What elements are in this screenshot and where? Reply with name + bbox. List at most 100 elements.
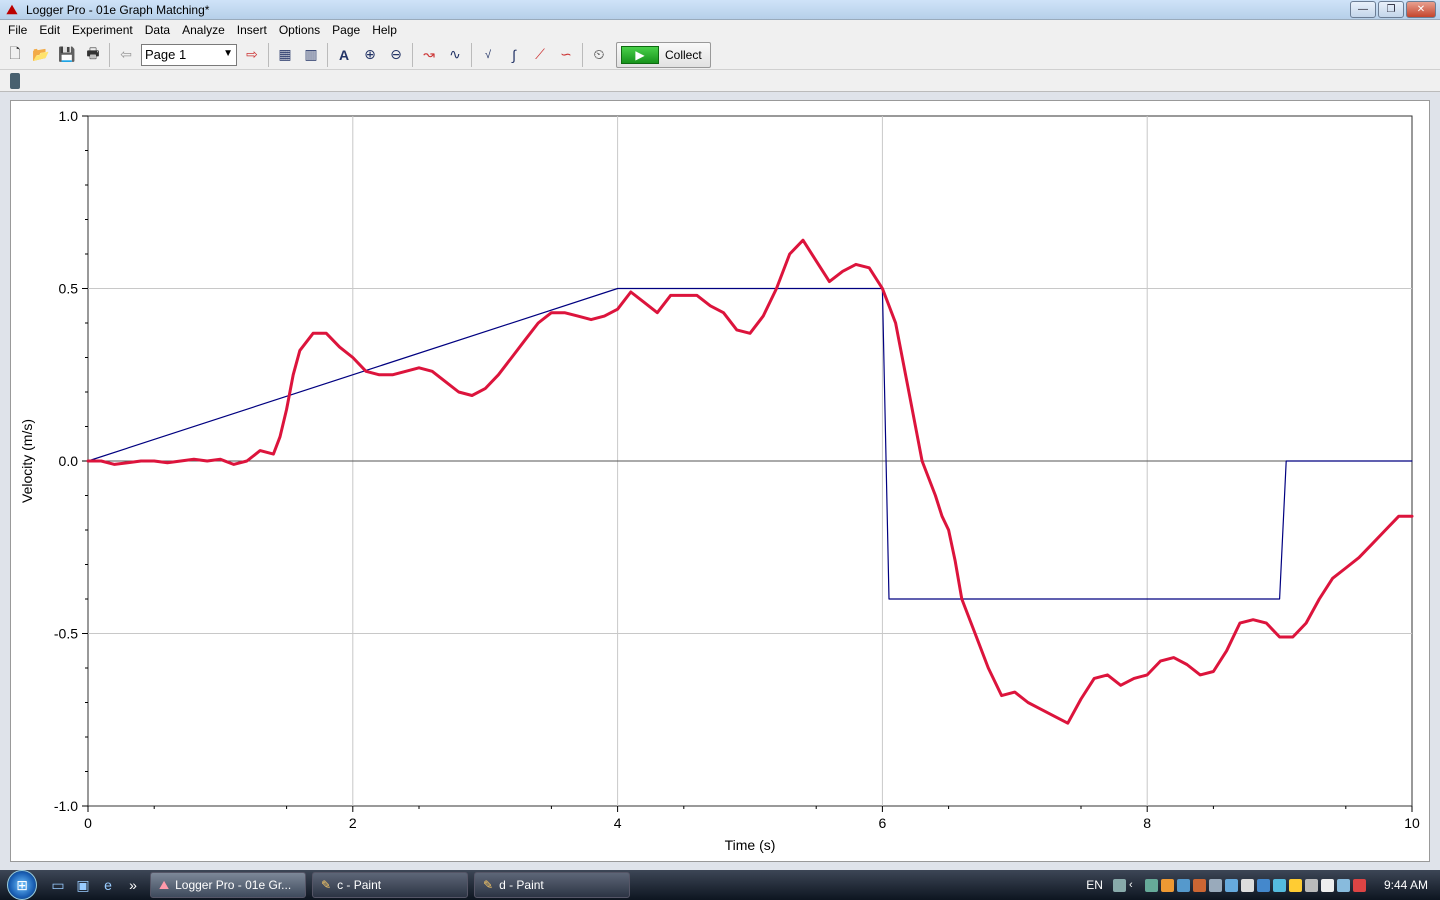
logger-pro-app-icon: ⛰ [6,1,18,17]
system-tray: EN ‹ 9:44 AM [1086,870,1440,900]
tray-app-icon[interactable] [1240,878,1254,892]
task-paint-d[interactable]: ✎ d - Paint [474,872,630,898]
tray-app-icon[interactable] [1288,878,1302,892]
menu-experiment[interactable]: Experiment [66,20,139,40]
internet-explorer-icon[interactable]: e [97,874,119,896]
open-file-icon[interactable]: 📂 [28,43,54,67]
tray-app-icon[interactable] [1272,878,1286,892]
x-tick-label: 8 [1143,815,1151,831]
chevron-down-icon: ▼ [223,47,233,59]
zoom-in-icon[interactable]: ⊕ [357,43,383,67]
window-controls: — ❐ ✕ [1350,1,1436,18]
menu-insert[interactable]: Insert [231,20,273,40]
print-icon[interactable]: 🖶 [80,43,106,67]
save-icon[interactable]: 💾 [54,43,80,67]
velocity-time-graph[interactable]: 0 2 4 6 8 10 1.0 0.5 0.0 -0.5 -1.0 Time (s) Velocity… [11,101,1431,863]
x-tick-label: 4 [614,815,622,831]
task-paint-c[interactable]: ✎ c - Paint [312,872,468,898]
language-indicator[interactable]: EN [1086,878,1103,892]
keyboard-icon[interactable] [1112,878,1126,892]
integral-icon[interactable]: ∫ [501,43,527,67]
menu-help[interactable]: Help [366,20,403,40]
toolbar-separator [582,42,583,67]
y-tick-label: 0.5 [59,281,79,297]
clock[interactable]: 9:44 AM [1384,878,1428,892]
tray-expand-icon[interactable]: ‹ [1129,879,1142,892]
x-tick-label: 6 [879,815,887,831]
data-collection-icon[interactable]: ⏲ [586,43,612,67]
toolbar-separator [412,42,413,67]
close-button[interactable]: ✕ [1406,1,1436,18]
task-logger-pro[interactable]: ⛰ Logger Pro - 01e Gr... [150,872,306,898]
toolbar: 🗋 📂 💾 🖶 ⇦ Page 1 ▼ ⇨ ▦ ▥ A ⊕ ⊖ ↝ ∿ √ ∫ ⟋… [0,40,1440,70]
tray-app-icon[interactable] [1224,878,1238,892]
measured-velocity-line [86,238,1414,725]
y-tick-label: 1.0 [59,108,79,124]
menu-page[interactable]: Page [326,20,366,40]
tray-app-icon[interactable] [1192,878,1206,892]
linear-fit-icon[interactable]: ⟋ [527,43,553,67]
page-back-icon[interactable]: ⇦ [113,43,139,67]
lab-interface-icon[interactable] [10,73,20,89]
menu-file[interactable]: File [2,20,33,40]
tray-app-icon[interactable] [1208,878,1222,892]
paint-task-icon: ✎ [321,878,332,892]
toolbar-separator [268,42,269,67]
taskbar: ⊞ ▭ ▣ e » ⛰ Logger Pro - 01e Gr... ✎ c - P… [0,870,1440,900]
tray-app-icon[interactable] [1176,878,1190,892]
task-label: d - Paint [499,878,544,892]
toolbar-separator [109,42,110,67]
collect-label: Collect [665,47,702,62]
toolbar-separator [471,42,472,67]
tray-app-icon[interactable] [1160,878,1174,892]
title-bar: ⛰ Logger Pro - 01e Graph Matching* — ❐ ✕ [0,0,1440,20]
task-label: c - Paint [337,878,382,892]
tray-app-icon[interactable] [1320,878,1334,892]
menu-data[interactable]: Data [139,20,176,40]
start-button[interactable]: ⊞ [0,870,44,900]
x-tick-label: 2 [349,815,357,831]
tangent-icon[interactable]: ∿ [442,43,468,67]
maximize-button[interactable]: ❐ [1378,1,1404,18]
quick-launch-more-icon[interactable]: » [122,874,144,896]
window-switch-icon[interactable]: ▣ [72,874,94,896]
meter-icon[interactable]: ▥ [298,43,324,67]
minimize-button[interactable]: — [1350,1,1376,18]
x-tick-label: 0 [84,815,92,831]
menu-analyze[interactable]: Analyze [176,20,231,40]
y-tick-label: -0.5 [54,626,78,642]
volume-muted-icon[interactable] [1352,878,1366,892]
graph-panel[interactable]: 0 2 4 6 8 10 1.0 0.5 0.0 -0.5 -1.0 Time (s) Velocity… [10,100,1430,862]
paint-task-icon: ✎ [483,878,494,892]
page-forward-icon[interactable]: ⇨ [239,43,265,67]
windows-logo-icon: ⊞ [7,870,37,900]
x-tick-label: 10 [1404,815,1420,831]
x-axis-label: Time (s) [725,837,776,853]
tray-app-icon[interactable] [1304,878,1318,892]
menu-edit[interactable]: Edit [33,20,66,40]
network-icon[interactable] [1336,878,1350,892]
collect-button[interactable]: ▶ Collect [616,41,711,68]
page-select[interactable]: Page 1 ▼ [141,43,237,66]
tray-app-icon[interactable] [1144,878,1158,892]
curve-fit-icon[interactable]: ∽ [553,43,579,67]
task-label: Logger Pro - 01e Gr... [175,878,292,892]
menu-options[interactable]: Options [273,20,326,40]
logger-pro-task-icon: ⛰ [159,877,170,892]
tray-app-icon[interactable] [1256,878,1270,892]
menu-bar: File Edit Experiment Data Analyze Insert… [0,20,1440,40]
y-axis-label: Velocity (m/s) [19,419,35,503]
show-desktop-icon[interactable]: ▭ [47,874,69,896]
statistics-icon[interactable]: √ [475,43,501,67]
zoom-out-icon[interactable]: ⊖ [383,43,409,67]
y-tick-label: -1.0 [54,798,78,814]
table-icon[interactable]: ▦ [272,43,298,67]
new-file-icon[interactable]: 🗋 [2,43,28,67]
play-icon: ▶ [621,45,659,64]
interface-bar [0,70,1440,92]
autoscale-icon[interactable]: A [331,43,357,67]
examine-icon[interactable]: ↝ [416,43,442,67]
tray-icons: ‹ [1112,878,1366,892]
page-select-value: Page 1 [145,47,187,62]
target-velocity-line [87,287,1413,600]
